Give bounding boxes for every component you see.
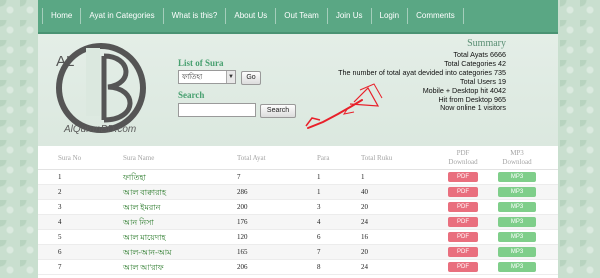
nav-comments[interactable]: Comments	[408, 8, 464, 24]
table-row: 5 আল মায়েদাহ 120 6 16 PDF MP3	[38, 230, 558, 245]
sura-no-cell: 3	[58, 203, 62, 211]
sura-no-cell: 2	[58, 188, 62, 196]
summary-title: Summary	[467, 38, 506, 49]
nav-join-us[interactable]: Join Us	[328, 8, 372, 24]
sura-no-cell: 5	[58, 233, 62, 241]
total-ayat-cell: 206	[237, 263, 248, 271]
total-ruku-cell: 40	[361, 188, 368, 196]
mp3-download-button[interactable]: MP3	[498, 172, 536, 182]
sura-name-link[interactable]: আল-আন-আম	[123, 245, 172, 260]
table-row: 1 ফাতিহা 7 1 1 PDF MP3	[38, 170, 558, 185]
para-cell: 1	[317, 188, 321, 196]
sura-select-value: ফাতিহা	[182, 73, 203, 81]
table-row: 4 আন নিসা 176 4 24 PDF MP3	[38, 215, 558, 230]
pdf-download-button[interactable]: PDF	[448, 202, 478, 212]
sura-name-link[interactable]: আন নিসা	[123, 215, 154, 230]
search-label: Search	[178, 90, 205, 100]
para-cell: 3	[317, 203, 321, 211]
pdf-download-button[interactable]: PDF	[448, 172, 478, 182]
sura-name-link[interactable]: আল বাক্বারাহ	[123, 185, 166, 200]
sura-no-cell: 6	[58, 248, 62, 256]
pdf-download-button[interactable]: PDF	[448, 232, 478, 242]
sura-name-link[interactable]: আল আ'রাফ	[123, 260, 164, 275]
nav-home[interactable]: Home	[42, 8, 82, 24]
search-input[interactable]	[178, 103, 256, 117]
sura-name-link[interactable]: আল মায়েদাহ	[123, 230, 166, 245]
total-ruku-cell: 24	[361, 263, 368, 271]
svg-text:AL: AL	[56, 53, 74, 70]
table-row: 6 আল-আন-আম 165 7 20 PDF MP3	[38, 245, 558, 260]
total-ruku-cell: 20	[361, 248, 368, 256]
sura-no-cell: 7	[58, 263, 62, 271]
nav-login[interactable]: Login	[372, 8, 409, 24]
summary-panel: Summary Total Ayats 6666 Total Categorie…	[338, 38, 506, 113]
search-button[interactable]: Search	[260, 104, 296, 118]
go-button[interactable]: Go	[241, 71, 261, 85]
mp3-download-button[interactable]: MP3	[498, 247, 536, 257]
para-cell: 4	[317, 218, 321, 226]
total-ayat-cell: 200	[237, 203, 248, 211]
table-header: Sura No Sura Name Total Ayat Para Total …	[38, 146, 558, 170]
total-ruku-cell: 1	[361, 173, 365, 181]
para-cell: 8	[317, 263, 321, 271]
mp3-download-button[interactable]: MP3	[498, 232, 536, 242]
table-body: 1 ফাতিহা 7 1 1 PDF MP3 2 আল বাক্বারাহ 286 1 40 PDF MP…	[38, 170, 558, 275]
sura-name-link[interactable]: ফাতিহা	[123, 170, 146, 185]
chevron-down-icon[interactable]: ▼	[226, 71, 235, 83]
summary-online-visitors: Now online 1 visitors	[440, 103, 506, 113]
logo-text: AlQuranBD.com	[64, 124, 137, 135]
mp3-download-button[interactable]: MP3	[498, 202, 536, 212]
mp3-download-button[interactable]: MP3	[498, 217, 536, 227]
nav-about-us[interactable]: About Us	[226, 8, 277, 24]
col-sura-name: Sura Name	[123, 154, 155, 162]
sura-table: Sura No Sura Name Total Ayat Para Total …	[38, 146, 558, 275]
nav-out-team[interactable]: Out Team	[276, 8, 328, 24]
col-para: Para	[317, 154, 330, 162]
col-mp3-download: MP3 Download	[502, 149, 532, 166]
para-cell: 1	[317, 173, 321, 181]
total-ruku-cell: 24	[361, 218, 368, 226]
total-ayat-cell: 286	[237, 188, 248, 196]
col-total-ayat: Total Ayat	[237, 154, 266, 162]
pdf-download-button[interactable]: PDF	[448, 217, 478, 227]
sura-select[interactable]: ফাতিহা ▼	[178, 70, 236, 84]
col-pdf-download: PDF Download	[448, 149, 478, 166]
table-row: 2 আল বাক্বারাহ 286 1 40 PDF MP3	[38, 185, 558, 200]
para-cell: 7	[317, 248, 321, 256]
sura-name-link[interactable]: আল ইমরান	[123, 200, 160, 215]
pdf-download-button[interactable]: PDF	[448, 187, 478, 197]
total-ayat-cell: 120	[237, 233, 248, 241]
total-ruku-cell: 20	[361, 203, 368, 211]
pdf-download-button[interactable]: PDF	[448, 247, 478, 257]
total-ayat-cell: 165	[237, 248, 248, 256]
header: AL AlQuranBD.com List of Sura ফাতিহা ▼ G…	[38, 34, 558, 146]
total-ruku-cell: 16	[361, 233, 368, 241]
col-sura-no: Sura No	[58, 154, 82, 162]
nav-what-is-this[interactable]: What is this?	[164, 8, 227, 24]
top-nav: Home Ayat in Categories What is this? Ab…	[38, 0, 558, 34]
nav-ayat-in-categories[interactable]: Ayat in Categories	[81, 8, 164, 24]
mp3-download-button[interactable]: MP3	[498, 187, 536, 197]
sura-no-cell: 4	[58, 218, 62, 226]
total-ayat-cell: 176	[237, 218, 248, 226]
pdf-download-button[interactable]: PDF	[448, 262, 478, 272]
mp3-download-button[interactable]: MP3	[498, 262, 536, 272]
table-row: 3 আল ইমরান 200 3 20 PDF MP3	[38, 200, 558, 215]
col-total-ruku: Total Ruku	[361, 154, 393, 162]
sura-no-cell: 1	[58, 173, 62, 181]
list-of-sura-label: List of Sura	[178, 58, 224, 68]
total-ayat-cell: 7	[237, 173, 241, 181]
table-row: 7 আল আ'রাফ 206 8 24 PDF MP3	[38, 260, 558, 275]
page: Home Ayat in Categories What is this? Ab…	[38, 0, 558, 278]
para-cell: 6	[317, 233, 321, 241]
